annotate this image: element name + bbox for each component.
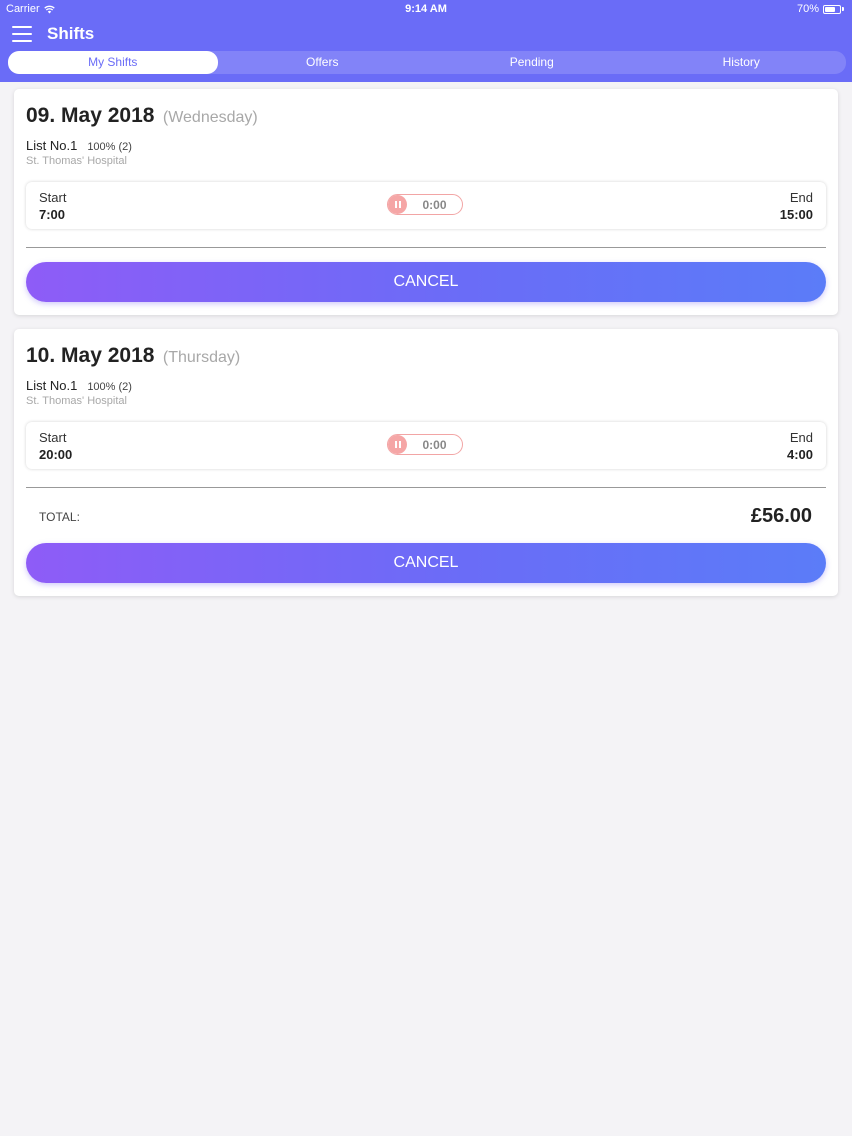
- tab-bar: My Shifts Offers Pending History: [8, 51, 846, 74]
- shift-list: List No.1: [26, 138, 78, 153]
- end-time: 4:00: [786, 447, 813, 462]
- shift-list-line: List No.1 100% (2): [26, 378, 132, 393]
- end-label: End: [789, 190, 813, 205]
- shift-list-line: List No.1 100% (2): [26, 138, 132, 153]
- end-label: End: [789, 430, 813, 445]
- shift-weekday: (Thursday): [162, 349, 241, 366]
- shift-percent: 100% (2): [87, 381, 132, 393]
- shift-date: 09. May 2018: [26, 104, 155, 127]
- pause-icon[interactable]: [388, 435, 407, 454]
- status-bar: Carrier 9:14 AM 70%: [0, 0, 852, 18]
- timer-value: 0:00: [422, 437, 447, 452]
- start-label: Start: [39, 190, 67, 205]
- start-time: 20:00: [39, 447, 73, 462]
- start-time: 7:00: [39, 207, 66, 222]
- break-timer: 0:00: [387, 434, 463, 455]
- end-time: 15:00: [779, 207, 813, 222]
- shift-date: 10. May 2018: [26, 344, 155, 367]
- shift-card: 10. May 2018 (Thursday) List No.1 100% (2…: [14, 329, 838, 596]
- cancel-button[interactable]: CANCEL: [26, 262, 826, 302]
- shift-time-box: Start 7:00 0:00 End 15:00: [26, 182, 826, 229]
- battery-icon: [823, 4, 841, 14]
- cancel-button[interactable]: CANCEL: [26, 543, 826, 583]
- status-right: 70%: [797, 3, 844, 15]
- shift-time-box: Start 20:00 0:00 End 4:00: [26, 422, 826, 469]
- status-time: 9:14 AM: [405, 3, 447, 15]
- shift-card: 09. May 2018 (Wednesday) List No.1 100% (…: [14, 89, 838, 315]
- shift-weekday: (Wednesday): [162, 109, 258, 126]
- shift-hospital: St. Thomas' Hospital: [26, 395, 127, 407]
- tab-pending[interactable]: Pending: [427, 51, 637, 74]
- tab-offers[interactable]: Offers: [218, 51, 428, 74]
- shift-hospital: St. Thomas' Hospital: [26, 155, 127, 167]
- app-header: Carrier 9:14 AM 70% Shifts My Shifts Off…: [0, 0, 852, 82]
- tab-history[interactable]: History: [637, 51, 847, 74]
- pause-icon[interactable]: [388, 195, 407, 214]
- timer-value: 0:00: [422, 197, 447, 212]
- shift-date-line: 09. May 2018 (Wednesday): [26, 104, 258, 128]
- battery-percent: 70%: [796, 3, 819, 15]
- break-timer: 0:00: [387, 194, 463, 215]
- total-value: £56.00: [750, 505, 812, 527]
- shift-date-line: 10. May 2018 (Thursday): [26, 344, 240, 368]
- battery-tip: [842, 7, 844, 11]
- shift-list: List No.1: [26, 378, 78, 393]
- start-label: Start: [39, 430, 67, 445]
- total-label: TOTAL:: [39, 510, 80, 524]
- page-title: Shifts: [47, 24, 95, 43]
- divider: [26, 247, 826, 248]
- divider: [26, 487, 826, 488]
- tab-my-shifts[interactable]: My Shifts: [8, 51, 218, 74]
- hamburger-menu-icon[interactable]: [12, 26, 32, 42]
- shift-percent: 100% (2): [87, 141, 132, 153]
